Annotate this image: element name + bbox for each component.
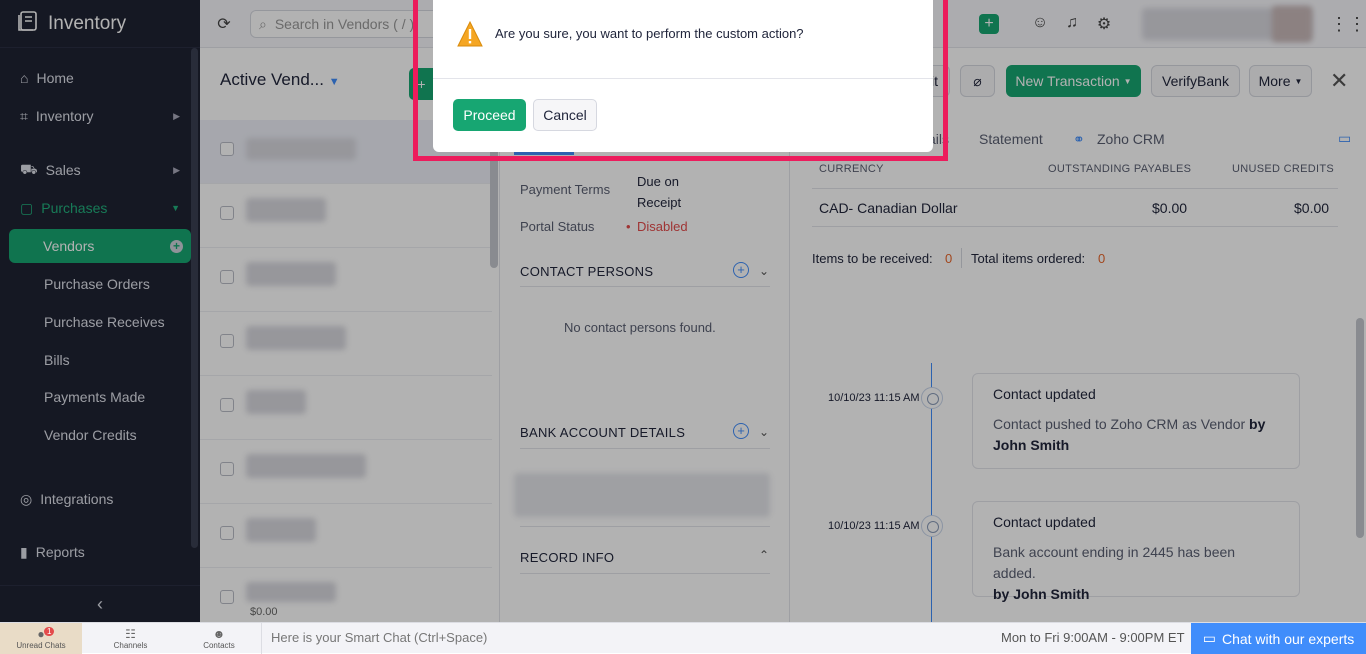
dialog-message: Are you sure, you want to perform the cu… — [495, 26, 804, 41]
proceed-button[interactable]: Proceed — [453, 99, 526, 131]
unread-badge: 1 — [44, 627, 55, 636]
channels-button[interactable]: ☷ Channels — [88, 623, 173, 654]
chat-icon: ▭ — [1202, 630, 1216, 646]
confirm-dialog: Are you sure, you want to perform the cu… — [433, 0, 933, 152]
channels-icon: ☷ — [125, 627, 136, 641]
chat-with-experts-button[interactable]: ▭ Chat with our experts — [1191, 623, 1366, 654]
divider — [261, 623, 262, 654]
unread-chats-label: Unread Chats — [16, 641, 66, 650]
contacts-icon: ☻ — [212, 627, 226, 641]
smart-chat-input[interactable]: Here is your Smart Chat (Ctrl+Space) — [271, 630, 487, 645]
unread-chats-button[interactable]: ● 1 Unread Chats — [0, 623, 82, 654]
cancel-label: Cancel — [543, 107, 587, 123]
divider — [433, 78, 933, 79]
proceed-label: Proceed — [463, 107, 516, 123]
chat-with-experts-label: Chat with our experts — [1221, 630, 1355, 647]
cancel-button[interactable]: Cancel — [533, 99, 597, 131]
contacts-label: Contacts — [203, 641, 235, 650]
footer-bar: ● 1 Unread Chats ☷ Channels ☻ Contacts H… — [0, 622, 1366, 654]
contacts-button[interactable]: ☻ Contacts — [178, 623, 260, 654]
channels-label: Channels — [113, 641, 148, 650]
warning-icon — [457, 20, 483, 47]
support-hours: Mon to Fri 9:00AM - 9:00PM ET — [1001, 630, 1185, 645]
